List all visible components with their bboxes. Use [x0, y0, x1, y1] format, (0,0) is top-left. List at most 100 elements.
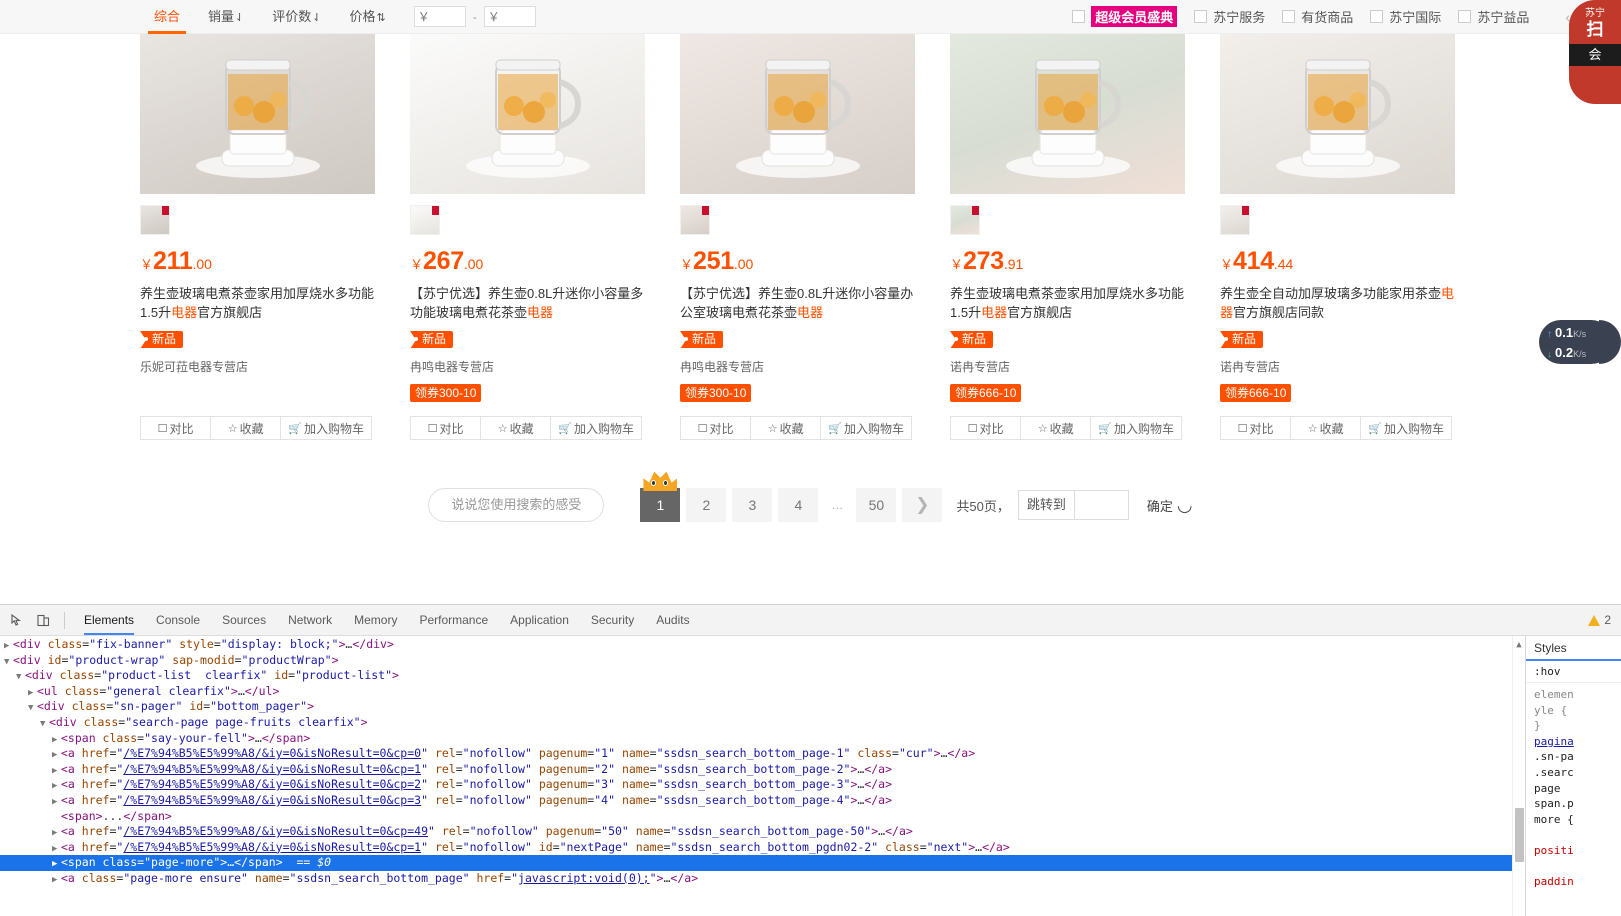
styles-tab[interactable]: Styles: [1526, 636, 1621, 661]
dom-line[interactable]: ▶ <a href="/%E7%94%B5%E5%99%A8/&iy=0&isNo…: [0, 793, 1525, 809]
coupon-badge[interactable]: 领券300-10: [410, 384, 482, 402]
dom-line[interactable]: ▼ <div class="search-page page-fruits cle…: [0, 715, 1525, 731]
devtools-tab-application[interactable]: Application: [499, 605, 580, 636]
dom-line[interactable]: ▶ <a class="page-more ensure" name="ssdsn…: [0, 871, 1525, 887]
action-compare[interactable]: ☐ 对比: [411, 417, 482, 439]
scrollbar-thumb[interactable]: [1515, 808, 1524, 862]
checkbox-icon[interactable]: [1370, 10, 1384, 23]
filter-checkbox-2[interactable]: 有货商品: [1282, 7, 1353, 26]
product-image[interactable]: [680, 34, 915, 194]
dom-line[interactable]: ▼ <div id="product-wrap" sap-modid="produ…: [0, 653, 1525, 669]
devtools-tab-console[interactable]: Console: [145, 605, 211, 636]
coupon-badge[interactable]: 领券666-10: [950, 384, 1022, 402]
product-card[interactable]: ￥273.91 养生壶玻璃电煮茶壶家用加厚烧水多功能1.5升电器官方旗舰店 新品 诺冉…: [950, 34, 1220, 440]
dom-line[interactable]: ▼ <div class="product-list clearfix" id="…: [0, 668, 1525, 684]
dom-line-selected[interactable]: ▶ <span class="page-more">…</span> == $0: [0, 855, 1525, 871]
pagination-page-1[interactable]: 1: [640, 471, 681, 522]
product-card[interactable]: ￥414.44 养生壶全自动加厚玻璃多功能家用茶壶电器官方旗舰店同款 新品 诺冉专营店…: [1220, 34, 1490, 440]
shop-name[interactable]: 诺冉专营店: [1220, 358, 1455, 375]
action-add-to-cart[interactable]: 🛒 加入购物车: [551, 417, 641, 439]
action-favorite[interactable]: ☆ 收藏: [751, 417, 822, 439]
action-compare[interactable]: ☐ 对比: [951, 417, 1022, 439]
checkbox-icon[interactable]: [1458, 10, 1472, 23]
product-image[interactable]: [1220, 34, 1455, 194]
jump-page-input[interactable]: [1073, 491, 1128, 519]
dom-tree-pane[interactable]: ▶ <div class="fix-banner" style="display:…: [0, 636, 1525, 916]
action-favorite[interactable]: ☆ 收藏: [481, 417, 552, 439]
action-add-to-cart[interactable]: 🛒 加入购物车: [1091, 417, 1181, 439]
action-compare[interactable]: ☐ 对比: [1221, 417, 1292, 439]
sort-option-0[interactable]: 综合: [140, 0, 194, 34]
product-thumbnail[interactable]: [1220, 205, 1250, 235]
action-compare[interactable]: ☐ 对比: [681, 417, 752, 439]
product-thumbnail[interactable]: [680, 205, 710, 235]
filter-checkbox-1[interactable]: 苏宁服务: [1194, 7, 1265, 26]
dom-line[interactable]: ▶ <ul class="general clearfix">…</ul>: [0, 684, 1525, 700]
product-card[interactable]: ￥251.00 【苏宁优选】养生壶0.8L升迷你小容量办公室玻璃电煮花茶壶电器 新品…: [680, 34, 950, 440]
feedback-button[interactable]: 说说您使用搜索的感受: [428, 488, 605, 522]
dom-line[interactable]: ▶ <span class="say-your-fell">…</span>: [0, 731, 1525, 747]
product-thumbnail[interactable]: [140, 205, 170, 235]
shop-name[interactable]: 冉鸣电器专营店: [680, 358, 915, 375]
action-compare[interactable]: ☐ 对比: [141, 417, 212, 439]
checkbox-icon[interactable]: [1072, 10, 1086, 23]
shop-name[interactable]: 冉鸣电器专营店: [410, 358, 645, 375]
filter-checkbox-4[interactable]: 苏宁益品: [1458, 7, 1529, 26]
disclosure-triangle-icon[interactable]: ▶: [52, 873, 61, 889]
dom-line[interactable]: ▶ <a href="/%E7%94%B5%E5%99%A8/&iy=0&isNo…: [0, 746, 1525, 762]
checkbox-icon[interactable]: [1194, 10, 1208, 23]
devtools-tab-audits[interactable]: Audits: [645, 605, 700, 636]
dom-line[interactable]: ▼ <div class="sn-pager" id="bottom_pager"…: [0, 699, 1525, 715]
network-speed-widget[interactable]: ↑ 0.1K/s ↓ 0.2K/s: [1539, 320, 1613, 364]
devtools-warning-indicator[interactable]: 2: [1588, 613, 1621, 627]
product-title[interactable]: 养生壶全自动加厚玻璃多功能家用茶壶电器官方旗舰店同款: [1220, 284, 1455, 322]
action-favorite[interactable]: ☆ 收藏: [1291, 417, 1362, 439]
devtools-tab-network[interactable]: Network: [277, 605, 343, 636]
checkbox-icon[interactable]: [1282, 10, 1296, 23]
dom-tree-scrollbar[interactable]: ▲: [1512, 636, 1525, 916]
product-image[interactable]: [950, 34, 1185, 194]
dom-line[interactable]: ▶ <a href="/%E7%94%B5%E5%99%A8/&iy=0&isNo…: [0, 824, 1525, 840]
dom-line[interactable]: ▶ <div class="fix-banner" style="display:…: [0, 637, 1525, 653]
dom-line[interactable]: <span>...</span>: [0, 809, 1525, 825]
filter-checkbox-3[interactable]: 苏宁国际: [1370, 7, 1441, 26]
dom-line[interactable]: ▶ <a href="/%E7%94%B5%E5%99%A8/&iy=0&isNo…: [0, 777, 1525, 793]
product-title[interactable]: 养生壶玻璃电煮茶壶家用加厚烧水多功能1.5升电器官方旗舰店: [950, 284, 1185, 322]
action-favorite[interactable]: ☆ 收藏: [1021, 417, 1092, 439]
dom-line[interactable]: ▶ <a href="/%E7%94%B5%E5%99%A8/&iy=0&isNo…: [0, 762, 1525, 778]
product-title[interactable]: 养生壶玻璃电煮茶壶家用加厚烧水多功能1.5升电器官方旗舰店: [140, 284, 375, 322]
coupon-badge[interactable]: 领券666-10: [1220, 384, 1292, 402]
price-max-input[interactable]: [483, 6, 536, 27]
product-thumbnail[interactable]: [950, 205, 980, 235]
pagination-page-4[interactable]: 4: [778, 488, 819, 522]
product-title[interactable]: 【苏宁优选】养生壶0.8L升迷你小容量多功能玻璃电煮花茶壶电器: [410, 284, 645, 322]
devtools-tab-security[interactable]: Security: [580, 605, 645, 636]
dom-line[interactable]: ▶ <a href="/%E7%94%B5%E5%99%A8/&iy=0&isNo…: [0, 840, 1525, 856]
inspect-element-icon[interactable]: [4, 607, 30, 633]
action-favorite[interactable]: ☆ 收藏: [211, 417, 282, 439]
pagination-page-3[interactable]: 3: [732, 488, 773, 522]
action-add-to-cart[interactable]: 🛒 加入购物车: [281, 417, 371, 439]
device-toolbar-icon[interactable]: [30, 607, 56, 633]
promo-side-ribbon[interactable]: 苏宁 扫 会: [1569, 0, 1621, 104]
confirm-button[interactable]: 确定: [1147, 496, 1173, 515]
devtools-tab-elements[interactable]: Elements: [73, 605, 145, 636]
pagination-next-button[interactable]: ❯: [902, 488, 943, 522]
sort-option-3[interactable]: 价格⇅: [335, 0, 399, 34]
filter-checkbox-0[interactable]: 超级会员盛典: [1072, 6, 1178, 27]
pagination-page-2[interactable]: 2: [686, 488, 727, 522]
sort-option-1[interactable]: 销量⇃: [194, 0, 258, 34]
shop-name[interactable]: 诺冉专营店: [950, 358, 1185, 375]
coupon-badge[interactable]: 领券300-10: [680, 384, 752, 402]
product-image[interactable]: [410, 34, 645, 194]
devtools-tab-memory[interactable]: Memory: [343, 605, 408, 636]
product-card[interactable]: ￥267.00 【苏宁优选】养生壶0.8L升迷你小容量多功能玻璃电煮花茶壶电器 新品…: [410, 34, 680, 440]
shop-name[interactable]: 乐妮可菈电器专营店: [140, 358, 375, 375]
product-card[interactable]: ￥211.00 养生壶玻璃电煮茶壶家用加厚烧水多功能1.5升电器官方旗舰店 新品 乐妮…: [140, 34, 410, 440]
scroll-up-arrow-icon[interactable]: ▲: [1513, 636, 1525, 654]
devtools-tab-performance[interactable]: Performance: [408, 605, 499, 636]
price-min-input[interactable]: [413, 6, 466, 27]
pagination-page-50[interactable]: 50: [856, 488, 897, 522]
product-title[interactable]: 【苏宁优选】养生壶0.8L升迷你小容量办公室玻璃电煮花茶壶电器: [680, 284, 915, 322]
sort-option-2[interactable]: 评价数⇃: [258, 0, 335, 34]
